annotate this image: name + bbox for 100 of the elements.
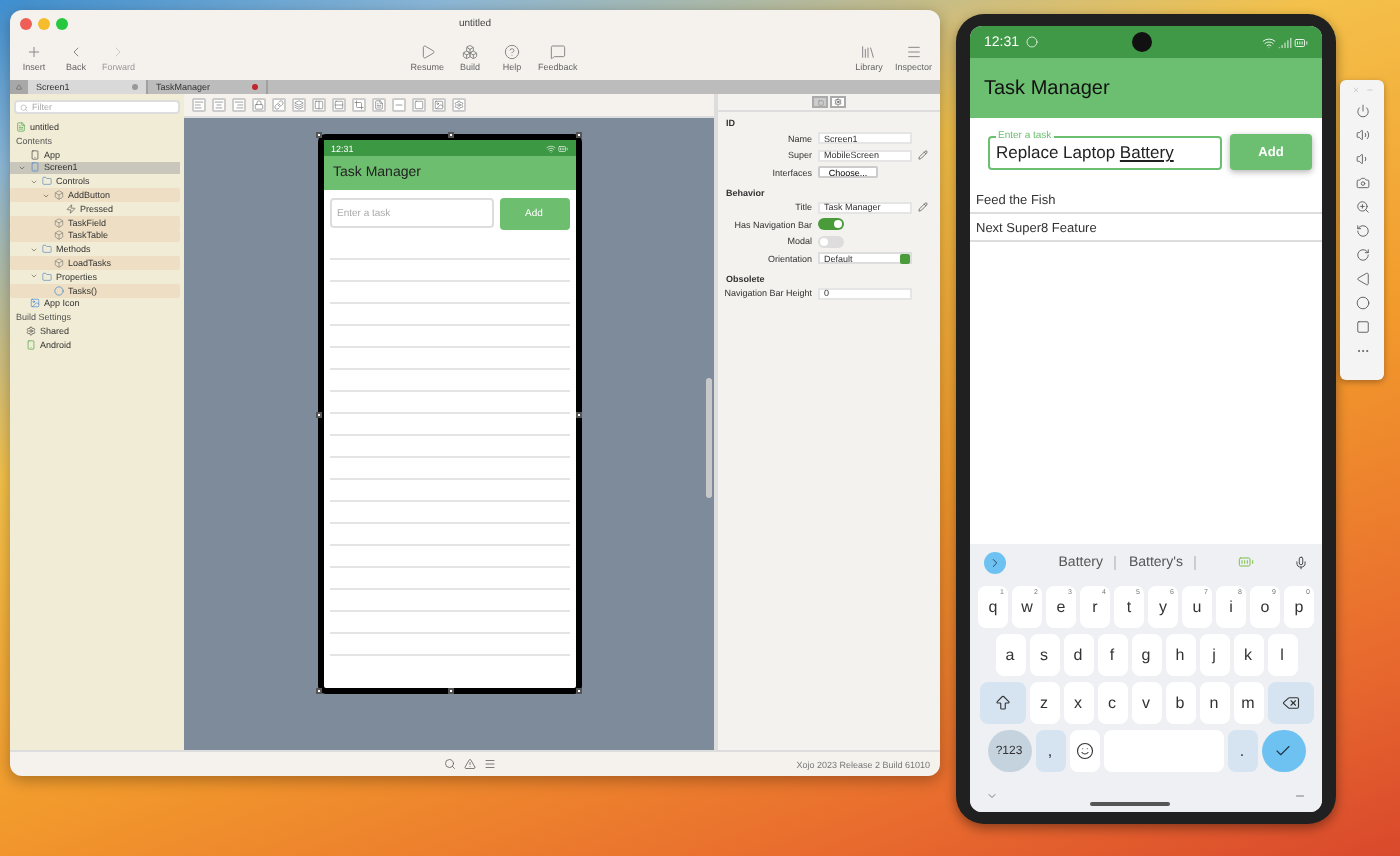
key[interactable] bbox=[979, 682, 1025, 724]
microphone-icon bbox=[1294, 555, 1308, 569]
document-icon bbox=[16, 121, 26, 132]
tool-icon bbox=[294, 100, 304, 110]
emulator-button[interactable] bbox=[1355, 320, 1369, 334]
emulator-button[interactable] bbox=[1355, 248, 1369, 262]
chevron-down-icon bbox=[986, 789, 998, 801]
library-icon bbox=[860, 44, 877, 60]
properties-tab[interactable] bbox=[812, 96, 828, 108]
chevron-left-icon bbox=[68, 44, 84, 60]
tool-icon bbox=[234, 100, 244, 110]
emulator-button[interactable] bbox=[1355, 272, 1369, 286]
expand-button[interactable] bbox=[984, 551, 1006, 573]
boxes-icon bbox=[462, 44, 478, 60]
toggle-switch[interactable] bbox=[818, 235, 844, 248]
toolbar-button[interactable] bbox=[432, 98, 446, 112]
key[interactable]: , bbox=[1035, 730, 1065, 772]
search-icon bbox=[20, 103, 28, 111]
tool-icon bbox=[334, 100, 344, 110]
key[interactable]: l bbox=[1267, 634, 1297, 676]
emulator-button[interactable] bbox=[1355, 128, 1369, 142]
key[interactable]: n bbox=[1199, 682, 1229, 724]
zoom-button[interactable] bbox=[56, 17, 68, 29]
volume-down-icon bbox=[1355, 152, 1369, 166]
key[interactable]: d bbox=[1063, 634, 1093, 676]
triangle-icon bbox=[16, 84, 22, 90]
box-icon bbox=[54, 258, 64, 269]
tool-icon bbox=[314, 100, 324, 110]
resize-handle[interactable] bbox=[447, 132, 453, 138]
resize-handle[interactable] bbox=[315, 412, 321, 418]
key[interactable]: j bbox=[1199, 634, 1229, 676]
toolbar-button[interactable] bbox=[312, 98, 326, 112]
backspace-icon bbox=[1281, 694, 1299, 712]
toolbar-button[interactable] bbox=[372, 98, 386, 112]
key[interactable]: f bbox=[1097, 634, 1127, 676]
gear-icon bbox=[834, 98, 842, 106]
key[interactable]: . bbox=[1227, 730, 1257, 772]
wifi-icon bbox=[545, 143, 555, 153]
tool-icon bbox=[454, 100, 464, 110]
scrollbar[interactable] bbox=[706, 378, 712, 498]
toggle-switch[interactable] bbox=[818, 218, 844, 231]
volume-up-icon bbox=[1355, 128, 1369, 142]
help-icon bbox=[504, 44, 520, 60]
key[interactable] bbox=[1069, 730, 1099, 772]
folder-icon bbox=[42, 271, 52, 282]
signal-icon bbox=[1278, 35, 1292, 49]
edit-button[interactable] bbox=[918, 150, 934, 161]
tab-menu-button[interactable] bbox=[10, 80, 28, 94]
tool-icon bbox=[194, 100, 204, 110]
tool-icon bbox=[374, 100, 384, 110]
emulator-button[interactable] bbox=[1355, 224, 1369, 238]
emulator-button[interactable] bbox=[1355, 296, 1369, 310]
message-icon bbox=[549, 44, 566, 60]
pencil-icon bbox=[918, 150, 928, 161]
image-icon bbox=[30, 298, 40, 309]
key[interactable]: v bbox=[1131, 682, 1161, 724]
battery-icon bbox=[1237, 554, 1254, 570]
app-title: Task Manager bbox=[984, 77, 1110, 99]
emulator-button[interactable] bbox=[1355, 104, 1369, 118]
toolbar-button[interactable] bbox=[332, 98, 346, 112]
resize-handle[interactable] bbox=[575, 688, 581, 694]
emulator-button[interactable] bbox=[1355, 176, 1369, 190]
rotate-right-icon bbox=[1355, 248, 1369, 262]
key[interactable] bbox=[1267, 682, 1313, 724]
pencil-icon bbox=[918, 202, 928, 213]
resize-handle[interactable] bbox=[447, 688, 453, 694]
back-icon bbox=[1355, 272, 1369, 286]
minimize-button[interactable] bbox=[38, 17, 50, 29]
emulator-button[interactable] bbox=[1355, 200, 1369, 214]
key[interactable]: h bbox=[1165, 634, 1195, 676]
toolbar-button[interactable] bbox=[412, 98, 426, 112]
lines-icon bbox=[905, 44, 922, 60]
settings-tab[interactable] bbox=[830, 96, 846, 108]
key[interactable]: s bbox=[1029, 634, 1059, 676]
chevron-right-icon bbox=[988, 555, 1002, 569]
key[interactable]: b bbox=[1165, 682, 1195, 724]
power-icon bbox=[1355, 104, 1369, 118]
tool-icon bbox=[254, 100, 264, 110]
key[interactable]: m bbox=[1233, 682, 1263, 724]
resize-handle[interactable] bbox=[315, 132, 321, 138]
camera-hole bbox=[1132, 32, 1152, 52]
key[interactable]: g bbox=[1131, 634, 1161, 676]
resize-handle[interactable] bbox=[315, 688, 321, 694]
shift-icon bbox=[993, 694, 1011, 712]
dot-icon bbox=[54, 285, 64, 296]
list-icon bbox=[484, 758, 496, 770]
key[interactable]: x bbox=[1063, 682, 1093, 724]
edit-button[interactable] bbox=[918, 202, 934, 213]
close-button[interactable] bbox=[20, 17, 32, 29]
camera-icon bbox=[1355, 176, 1369, 190]
key[interactable]: a bbox=[995, 634, 1025, 676]
key[interactable]: z bbox=[1029, 682, 1059, 724]
zoom-icon bbox=[1355, 200, 1369, 214]
overview-icon bbox=[1355, 320, 1369, 334]
key[interactable]: c bbox=[1097, 682, 1127, 724]
emulator-button[interactable] bbox=[1355, 152, 1369, 166]
resize-handle[interactable] bbox=[575, 412, 581, 418]
toolbar-button[interactable] bbox=[452, 98, 466, 112]
resize-handle[interactable] bbox=[575, 132, 581, 138]
key[interactable]: k bbox=[1233, 634, 1263, 676]
